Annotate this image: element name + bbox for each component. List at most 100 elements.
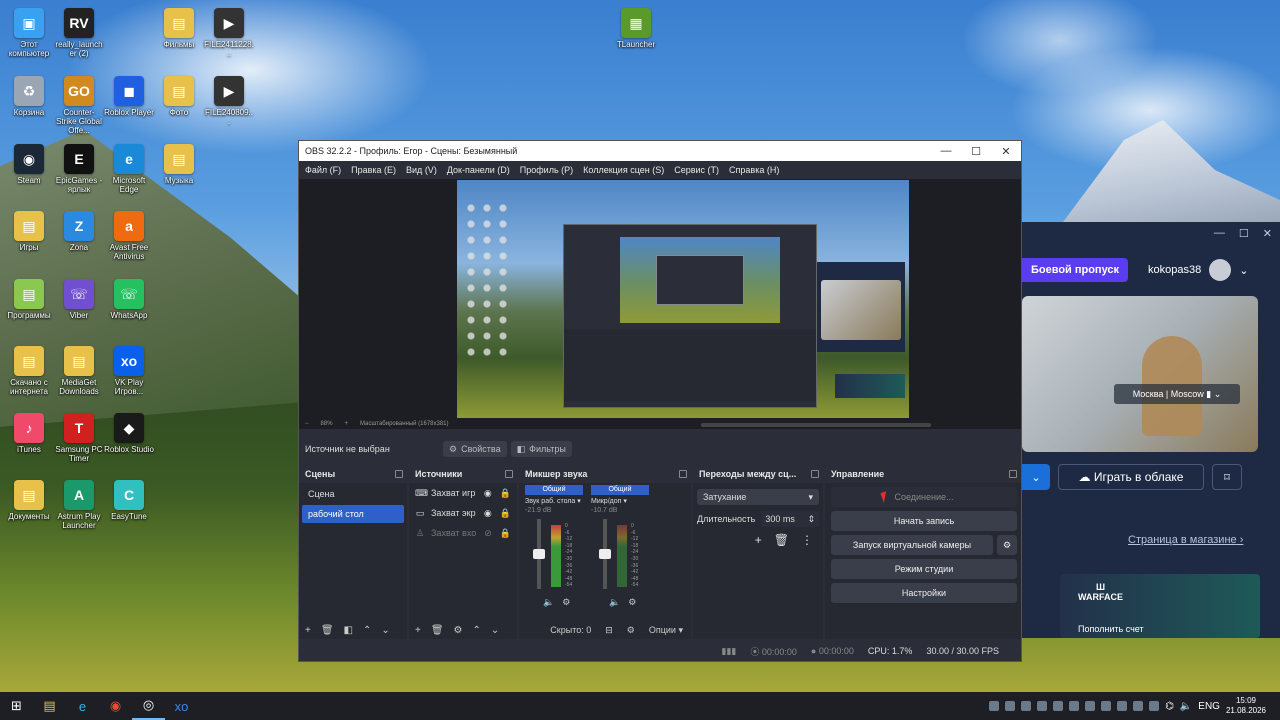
- preview-canvas[interactable]: [457, 180, 909, 418]
- tray-icon[interactable]: [1085, 701, 1096, 711]
- clock[interactable]: 15:09 21.08.2026: [1226, 696, 1266, 716]
- language-indicator[interactable]: ENG: [1198, 701, 1220, 712]
- desktop-shortcut[interactable]: T Samsung PC Timer: [54, 413, 104, 463]
- filters-button[interactable]: ◧ Фильтры: [510, 441, 572, 457]
- trash-icon[interactable]: 🗑: [774, 533, 789, 547]
- mixer-layout-icon[interactable]: ⊟: [605, 625, 613, 636]
- taskbar-edge[interactable]: e: [66, 692, 99, 720]
- tray-icon[interactable]: [989, 701, 1000, 711]
- close-icon[interactable]: ✕: [1263, 227, 1272, 240]
- menu-view[interactable]: Вид (V): [406, 165, 437, 175]
- desktop-shortcut[interactable]: ▤ Документы: [4, 480, 54, 521]
- menu-docks[interactable]: Док-панели (D): [447, 165, 510, 175]
- desktop-shortcut[interactable]: ▤ Программы: [4, 279, 54, 320]
- desktop-shortcut[interactable]: ☏ WhatsApp: [104, 279, 154, 320]
- mixer-options-button[interactable]: Опции ▾: [649, 625, 683, 636]
- scene-item[interactable]: Сцена: [302, 485, 404, 503]
- speaker-icon[interactable]: 🔈: [543, 597, 554, 608]
- desktop-shortcut[interactable]: ▤ Скачано с интернета: [4, 346, 54, 396]
- desktop-shortcut[interactable]: xo VK Play Игров...: [104, 346, 154, 396]
- tray-icon[interactable]: [1021, 701, 1032, 711]
- lock-icon[interactable]: 🔒: [500, 528, 511, 539]
- channel-name[interactable]: Звук раб. стола ▾: [525, 497, 583, 505]
- top-up-button[interactable]: Пополнить счет: [1078, 624, 1144, 634]
- trash-icon[interactable]: 🗑: [321, 625, 334, 636]
- desktop-shortcut[interactable]: ◼ Roblox Player: [104, 76, 154, 117]
- zoom-out-icon[interactable]: −: [305, 421, 309, 427]
- taskbar-obs[interactable]: ◎: [132, 692, 165, 720]
- desktop-shortcut[interactable]: ▶ FILE240809...: [204, 76, 254, 126]
- desktop-shortcut[interactable]: RV really_launcher (2): [54, 8, 104, 58]
- arrow-down-icon[interactable]: ⌄: [491, 625, 499, 636]
- desktop-shortcut[interactable]: Z Zona: [54, 211, 104, 252]
- maximize-icon[interactable]: ☐: [961, 141, 991, 161]
- preview-scrollbar[interactable]: [701, 423, 931, 427]
- bookmark-button[interactable]: ⌑: [1212, 464, 1242, 490]
- obs-window[interactable]: OBS 32.2.2 - Профиль: Егор - Сцены: Безы…: [298, 140, 1022, 662]
- desktop-shortcut[interactable]: e Microsoft Edge: [104, 144, 154, 194]
- desktop-shortcut[interactable]: ◉ Steam: [4, 144, 54, 185]
- desktop-shortcut[interactable]: ◆ Roblox Studio: [104, 413, 154, 454]
- speaker-icon[interactable]: 🔈: [609, 597, 620, 608]
- arrow-down-icon[interactable]: ⌄: [381, 625, 389, 636]
- settings-button[interactable]: Настройки: [831, 583, 1017, 603]
- menu-scene-collection[interactable]: Коллекция сцен (S): [583, 165, 664, 175]
- menu-file[interactable]: Файл (F): [305, 165, 341, 175]
- gear-icon[interactable]: ⚙: [562, 597, 570, 608]
- tray-icon[interactable]: [1053, 701, 1064, 711]
- desktop-shortcut[interactable]: a Avast Free Antivirus: [104, 211, 154, 261]
- obs-titlebar[interactable]: OBS 32.2.2 - Профиль: Егор - Сцены: Безы…: [299, 141, 1021, 161]
- region-select[interactable]: Москва | Moscow ▮ ⌄: [1114, 384, 1240, 404]
- tray-icon[interactable]: [1069, 701, 1080, 711]
- close-icon[interactable]: ✕: [991, 141, 1021, 161]
- desktop-shortcut[interactable]: ▶ FILE2411228...: [204, 8, 254, 58]
- store-page-link[interactable]: Страница в магазине ›: [1128, 534, 1243, 546]
- tray-icon[interactable]: [1005, 701, 1016, 711]
- desktop-shortcut[interactable]: ▤ Музыка: [154, 144, 204, 185]
- virtual-camera-button[interactable]: Запуск виртуальной камеры: [831, 535, 993, 555]
- undock-icon[interactable]: [505, 470, 513, 478]
- scale-mode[interactable]: Масштабированный (1678x381): [360, 421, 448, 427]
- menu-edit[interactable]: Правка (E): [351, 165, 396, 175]
- network-icon[interactable]: ⌬: [1165, 701, 1174, 712]
- menu-help[interactable]: Справка (H): [729, 165, 779, 175]
- connecting-button[interactable]: Соединение...: [831, 487, 1017, 507]
- gear-icon[interactable]: ⚙: [454, 625, 463, 636]
- taskbar-chrome[interactable]: ◉: [99, 692, 132, 720]
- tray-icon[interactable]: [1149, 701, 1160, 711]
- arrow-up-icon[interactable]: ⌃: [473, 625, 481, 636]
- undock-icon[interactable]: [811, 470, 819, 478]
- eye-icon[interactable]: ◉: [484, 508, 492, 519]
- add-icon[interactable]: +: [755, 533, 762, 547]
- desktop-shortcut[interactable]: ☏ Viber: [54, 279, 104, 320]
- battle-pass-button[interactable]: Боевой пропуск: [1022, 258, 1128, 282]
- volume-icon[interactable]: 🔈: [1180, 701, 1192, 712]
- preview-area[interactable]: − 88% + Масштабированный (1678x381): [299, 179, 1021, 429]
- arrow-up-icon[interactable]: ⌃: [363, 625, 371, 636]
- undock-icon[interactable]: [395, 470, 403, 478]
- virtual-camera-settings-button[interactable]: ⚙: [997, 535, 1017, 555]
- filter-icon[interactable]: ◧: [344, 625, 353, 636]
- mixer-settings-icon[interactable]: ⚙: [627, 625, 635, 636]
- desktop-shortcut[interactable]: ♪ iTunes: [4, 413, 54, 454]
- maximize-icon[interactable]: ☐: [1239, 227, 1249, 240]
- volume-slider-handle[interactable]: [533, 549, 545, 559]
- start-recording-button[interactable]: Начать запись: [831, 511, 1017, 531]
- trash-icon[interactable]: 🗑: [431, 625, 444, 636]
- tray-icon[interactable]: [1101, 701, 1112, 711]
- duration-input[interactable]: 300 ms ⇕: [761, 511, 819, 527]
- lock-icon[interactable]: 🔒: [500, 508, 511, 519]
- tray-icon[interactable]: [1117, 701, 1128, 711]
- minimize-icon[interactable]: —: [1214, 227, 1225, 239]
- scene-item-selected[interactable]: рабочий стол: [302, 505, 404, 523]
- desktop-shortcut[interactable]: GO Counter-Strike Global Offe...: [54, 76, 104, 135]
- source-item[interactable]: ♙ Захват вхо ⊘ 🔒: [409, 523, 517, 543]
- add-icon[interactable]: +: [305, 625, 311, 636]
- start-button[interactable]: ⊞: [0, 692, 33, 720]
- tray-icon[interactable]: [1133, 701, 1144, 711]
- desktop-shortcut[interactable]: ♻ Корзина: [4, 76, 54, 117]
- menu-profile[interactable]: Профиль (P): [520, 165, 573, 175]
- desktop-shortcut[interactable]: ▤ Фильмы: [154, 8, 204, 49]
- eye-hidden-icon[interactable]: ⊘: [484, 528, 492, 539]
- play-cloud-button[interactable]: ☁ Играть в облаке: [1058, 464, 1204, 490]
